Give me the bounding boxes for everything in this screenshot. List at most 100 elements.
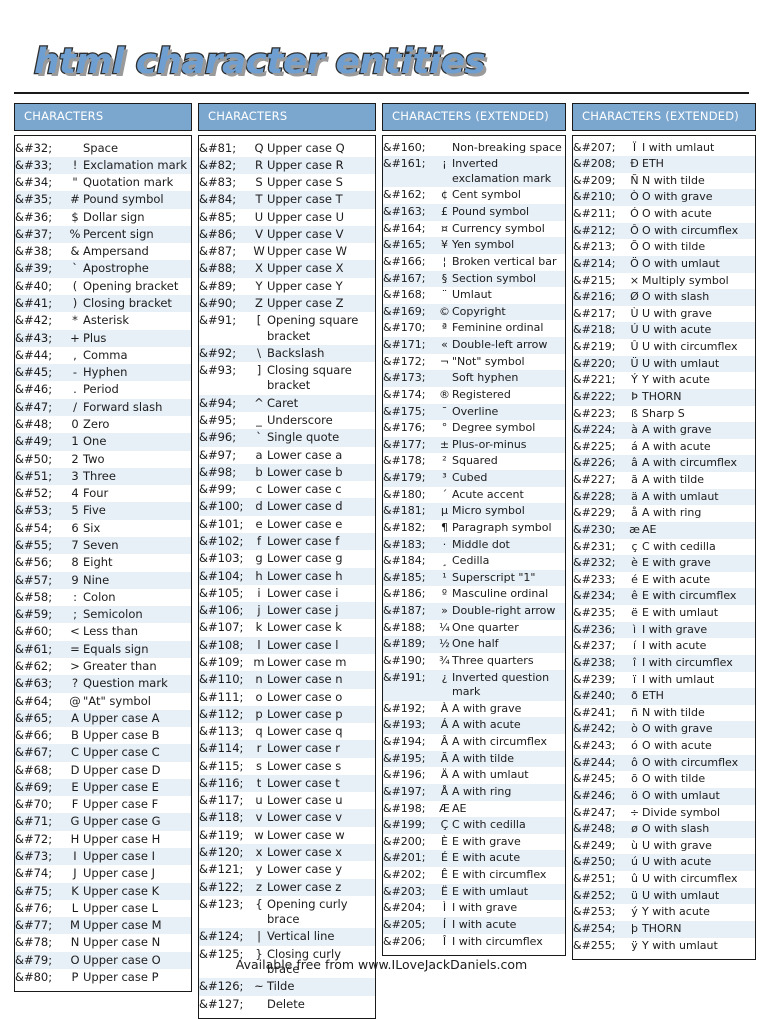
entity-description: Plus — [83, 329, 191, 347]
entity-description: Equals sign — [83, 640, 191, 658]
entity-glyph: ü — [627, 887, 642, 905]
entity-code: &#210; — [573, 189, 627, 206]
entity-code: &#224; — [573, 422, 627, 439]
entity-code: &#167; — [383, 270, 437, 288]
table-row: &#191; ¿ Inverted question mark — [383, 669, 565, 701]
entity-description: Lower case a — [267, 447, 343, 462]
entity-code: &#52; — [15, 486, 53, 501]
entity-code: &#233; — [573, 572, 616, 586]
entity-glyph: - — [67, 364, 83, 382]
table-row: &#193; Á A with acute — [383, 717, 565, 734]
entity-description: Asterisk — [83, 313, 130, 328]
entity-description: E with circumflex — [642, 588, 755, 605]
entity-description: Lower case f — [267, 532, 375, 551]
entity-code: &#47; — [15, 398, 67, 416]
entity-glyph: þ — [627, 920, 642, 938]
table-row: &#202; Ê E with circumflex — [383, 867, 565, 884]
table-row: &#83; S Upper case S — [199, 174, 375, 191]
panel-header: CHARACTERS — [14, 103, 192, 131]
entity-glyph: ì — [627, 621, 642, 639]
entity-glyph: Ò — [627, 189, 642, 206]
entity-code: &#165; — [383, 237, 437, 254]
entity-glyph: = — [67, 640, 83, 658]
table-row: &#211; Ó O with acute — [573, 206, 755, 223]
entity-code: &#113; — [199, 724, 244, 739]
entity-glyph: Ð — [627, 156, 642, 173]
entity-glyph: k — [255, 620, 263, 635]
entity-glyph: K — [67, 882, 83, 900]
table-row: &#162; ¢ Cent symbol — [383, 187, 565, 204]
entity-description: Lower case c — [267, 482, 342, 497]
entity-code: &#56; — [15, 555, 53, 570]
entity-code: &#253; — [573, 905, 616, 919]
entity-description: Upper case B — [83, 728, 160, 743]
entity-code: &#70; — [15, 797, 53, 812]
table-row: &#245; õ O with tilde — [573, 771, 755, 788]
table-row: &#194; Â A with circumflex — [383, 734, 565, 751]
entity-description: ETH — [642, 156, 755, 173]
table-row: &#171; «Double-left arrow — [383, 337, 565, 354]
entity-glyph: ¿ — [437, 669, 452, 701]
entity-glyph: Q — [254, 140, 264, 155]
table-row: &#187;» Double-right arrow — [383, 603, 565, 620]
entity-code: &#93; — [199, 363, 237, 378]
entity-description: Zero — [83, 417, 110, 431]
table-row: &#172; ¬ "Not" symbol — [383, 354, 565, 371]
entity-code: &#74; — [15, 866, 53, 881]
entity-glyph: Ü — [627, 355, 642, 373]
entity-glyph: Ã — [437, 750, 452, 768]
table-row: &#64; @ "At" symbol — [15, 693, 191, 710]
table-row: &#32; Space — [15, 140, 191, 157]
entity-code: &#247; — [573, 805, 616, 819]
entity-glyph: & — [70, 244, 80, 259]
entity-description: A with grave — [642, 422, 755, 439]
entity-glyph: v — [251, 809, 267, 827]
entity-description: A with umlaut — [642, 488, 755, 506]
entity-code: &#92; — [199, 344, 251, 363]
entity-code: &#255; — [573, 938, 616, 952]
table-row: &#236; ì I with grave — [573, 621, 755, 639]
entity-description: Upper case X — [267, 260, 375, 278]
table-row: &#174; ® Registered — [383, 387, 565, 404]
entity-glyph: I — [67, 848, 83, 866]
table-row: &#76; L Upper case L — [15, 900, 191, 917]
entity-description: I with grave — [642, 621, 755, 639]
table-row: &#77; M Upper case M — [15, 917, 191, 935]
entity-code: &#103; — [199, 551, 244, 566]
entity-glyph: z — [251, 878, 267, 896]
entity-code: &#75; — [15, 882, 67, 900]
table-row: &#70; F Upper case F — [15, 796, 191, 813]
entity-code: &#66; — [15, 728, 53, 743]
entity-code: &#110; — [199, 671, 251, 689]
table-row: &#208; Ð ETH — [573, 156, 755, 173]
table-row: &#119; w Lower case w — [199, 827, 375, 844]
table-row: &#173; Soft hyphen — [383, 370, 565, 387]
table-row: &#100; d Lower case d — [199, 498, 375, 516]
table-row: &#53; 5 Five — [15, 502, 191, 520]
entity-description: Upper case C — [83, 744, 191, 762]
entity-description: Greater than — [83, 658, 157, 673]
entity-code: &#196; — [383, 768, 426, 782]
table-row: &#85; U Upper case U — [199, 209, 375, 226]
entity-description: Lower case v — [267, 809, 375, 827]
entity-glyph: » — [437, 603, 452, 620]
entity-glyph: ; — [67, 606, 83, 624]
entity-description: Acute accent — [452, 487, 524, 501]
table-row: &#242; ò O with grave — [573, 721, 755, 738]
table-row: &#67; C Upper case C — [15, 744, 191, 762]
entity-description: Upper case Q — [267, 140, 345, 155]
entity-description: Lower case q — [267, 724, 343, 739]
entity-glyph: í — [632, 639, 637, 653]
entity-code: &#35; — [15, 191, 67, 209]
entity-code: &#117; — [199, 793, 244, 808]
entity-glyph: ! — [67, 156, 83, 175]
entity-code: &#222; — [573, 388, 627, 406]
entity-code: &#118; — [199, 809, 251, 827]
entity-glyph: a — [255, 447, 263, 462]
entity-code: &#194; — [383, 735, 426, 748]
entity-glyph: é — [631, 572, 638, 586]
entity-description: I with grave — [452, 901, 518, 915]
entity-glyph: E — [67, 778, 83, 797]
entity-code: &#76; — [15, 900, 53, 915]
entity-description: Lower case y — [267, 862, 343, 877]
